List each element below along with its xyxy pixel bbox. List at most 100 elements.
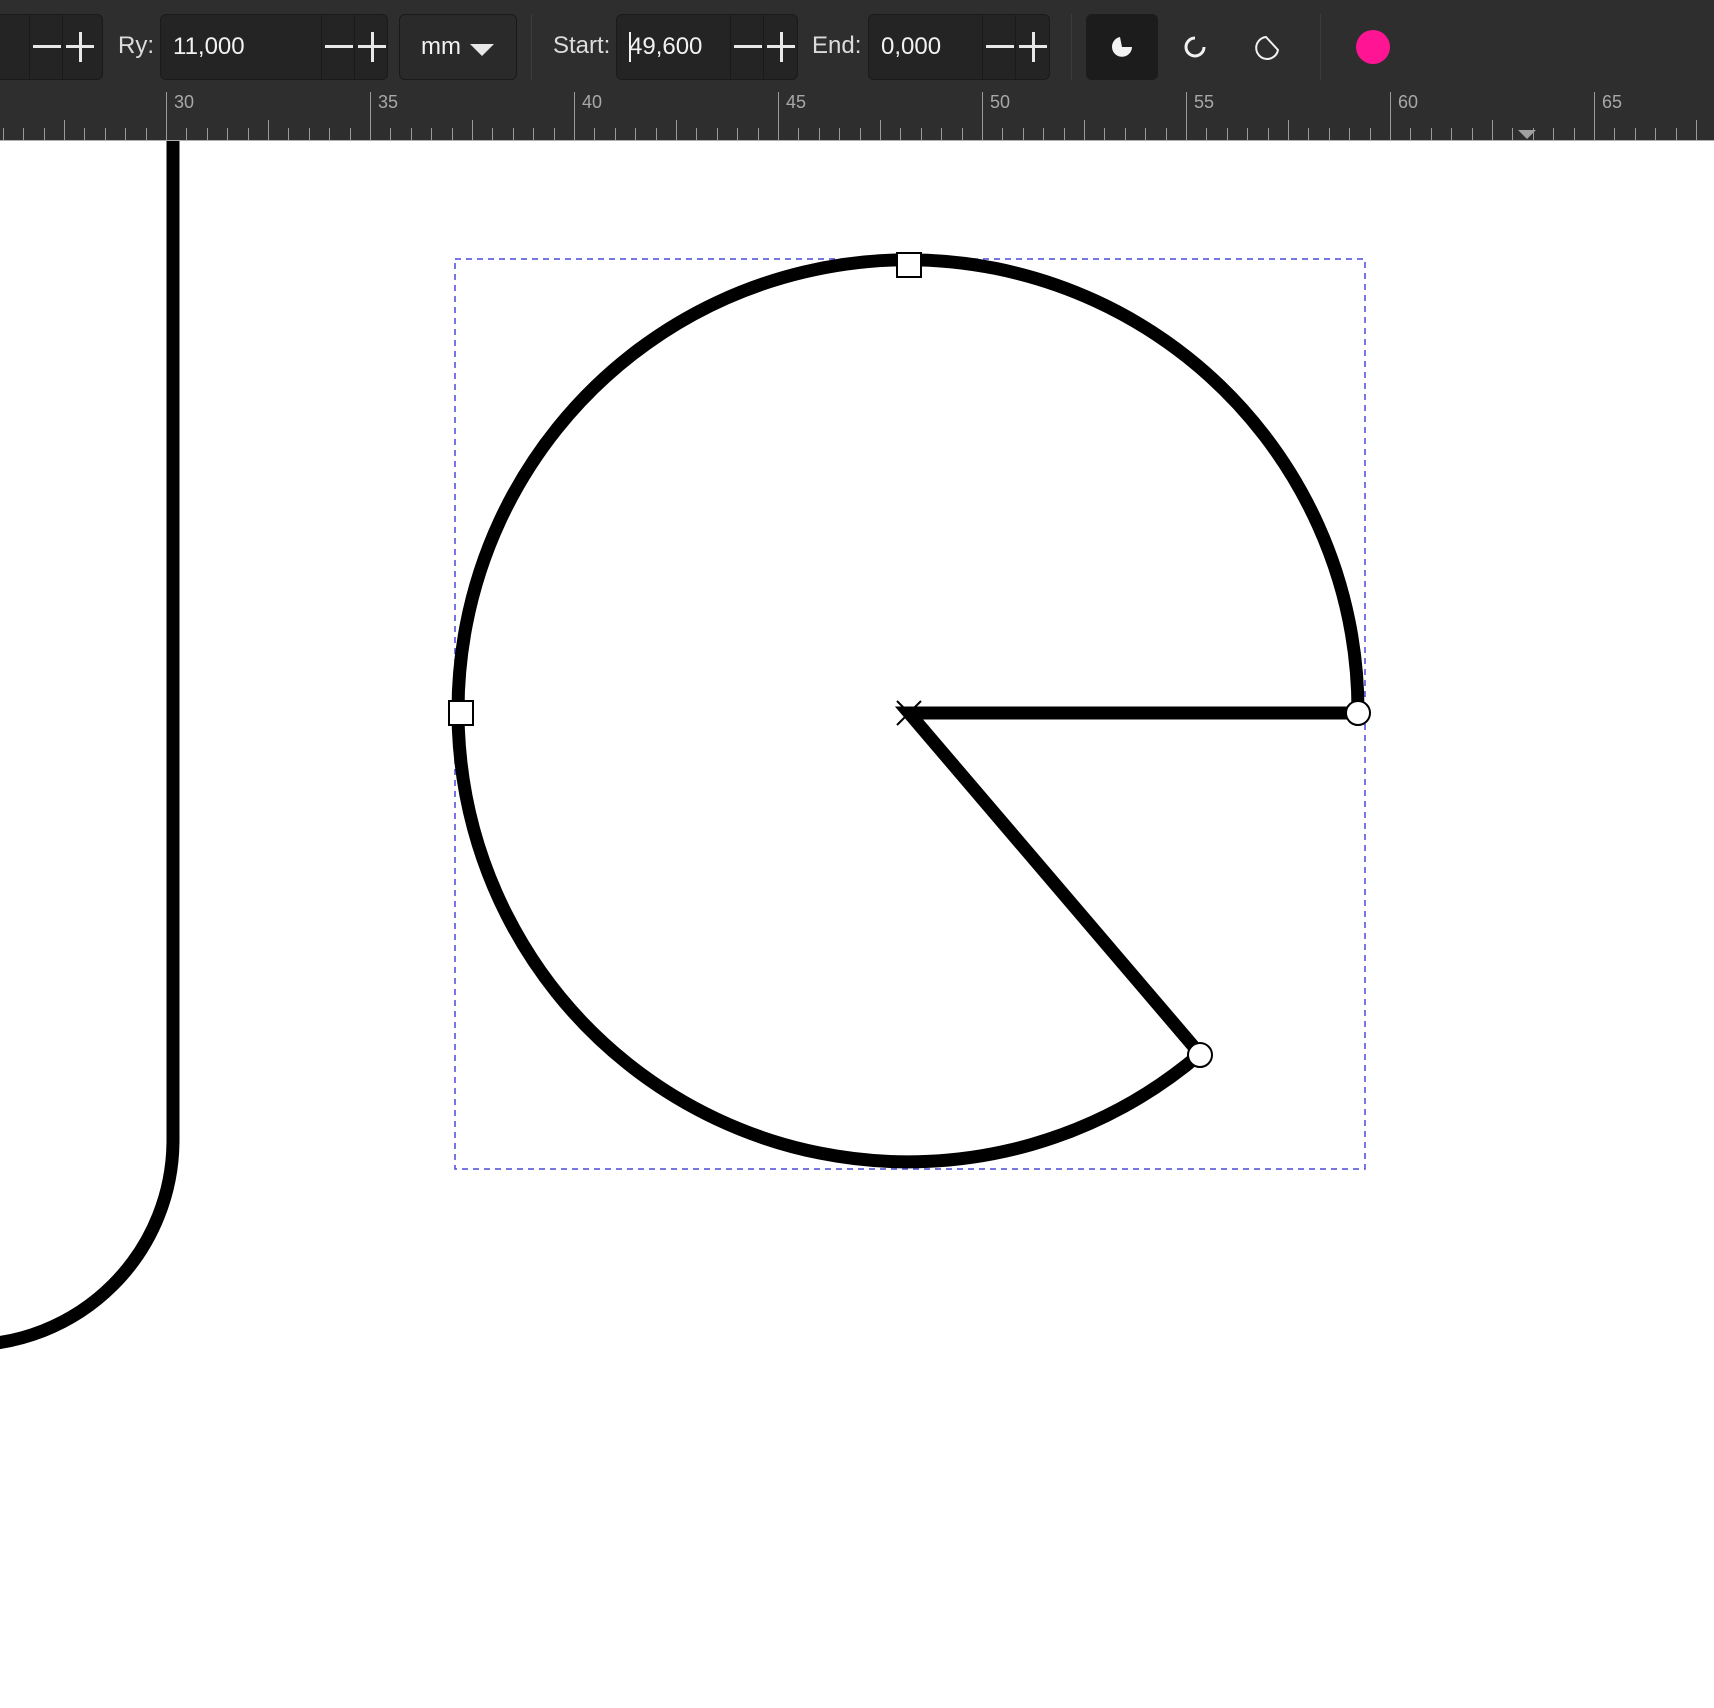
horizontal-ruler[interactable]: 30 35 40 45 50 55 60 65 (0, 91, 1714, 141)
rx-spinner (0, 14, 103, 80)
end-label: End: (812, 32, 862, 59)
ruler-minor-tick (798, 128, 799, 140)
ruler-minor-tick (554, 128, 555, 140)
chevron-down-icon (470, 44, 494, 56)
ruler-minor-tick (860, 128, 861, 140)
ruler-minor-tick (350, 128, 351, 140)
ruler-minor-tick (513, 128, 514, 140)
ruler-minor-tick (676, 120, 677, 140)
ruler-minor-tick (962, 128, 963, 140)
ruler-major-tick (1390, 92, 1391, 140)
end-spinner: 0,000 (868, 14, 1050, 80)
ruler-minor-tick (1268, 128, 1269, 140)
ruler-major-tick (370, 92, 371, 140)
ruler-major-tick (1594, 92, 1595, 140)
ruler-minor-tick (207, 128, 208, 140)
end-increment-button[interactable] (1015, 15, 1049, 79)
toolbar-separator (531, 14, 532, 80)
ruler-major-tick (574, 92, 575, 140)
ruler-minor-tick (635, 128, 636, 140)
ruler-minor-tick (1696, 120, 1697, 140)
ruler-label: 60 (1398, 92, 1419, 112)
ry-resize-handle[interactable] (896, 252, 922, 278)
start-angle-handle[interactable] (1187, 1042, 1213, 1068)
ruler-minor-tick (1574, 128, 1575, 140)
canvas-drawing (0, 141, 1371, 1349)
ry-decrement-button[interactable] (321, 15, 355, 79)
arc-type-button[interactable] (1159, 14, 1231, 80)
ruler-minor-tick (492, 128, 493, 140)
ry-increment-button[interactable] (354, 15, 388, 79)
ruler-minor-tick (696, 128, 697, 140)
ruler-minor-tick (1635, 128, 1636, 140)
chord-icon (1255, 35, 1280, 60)
ruler-minor-tick (839, 128, 840, 140)
pie-slice-icon (1112, 37, 1132, 57)
unit-dropdown[interactable]: mm (399, 14, 517, 80)
rx-decrement-button[interactable] (29, 15, 63, 79)
ruler-minor-tick (1431, 128, 1432, 140)
ruler-minor-tick (1512, 128, 1513, 140)
ruler-minor-tick (1451, 128, 1452, 140)
ruler-minor-tick (227, 128, 228, 140)
ruler-minor-tick (656, 128, 657, 140)
ruler-minor-tick (819, 128, 820, 140)
ruler-minor-tick (758, 128, 759, 140)
rx-resize-handle[interactable] (448, 700, 474, 726)
end-angle-handle[interactable] (1345, 700, 1371, 726)
ruler-minor-tick (452, 128, 453, 140)
ruler-minor-tick (431, 128, 432, 140)
ruler-minor-tick (1329, 128, 1330, 140)
start-input[interactable]: 49,600 (629, 15, 702, 79)
start-decrement-button[interactable] (730, 15, 764, 79)
ruler-minor-tick (472, 120, 473, 140)
tool-controls-bar: Ry: 11,000 mm Start: 49,600 End: 0,000 (0, 0, 1714, 91)
ruler-major-tick (166, 92, 167, 140)
ruler-minor-tick (186, 128, 187, 140)
ruler-label: 45 (786, 92, 807, 112)
rounded-rect-shape[interactable] (0, 141, 180, 1349)
ruler-label: 50 (990, 92, 1011, 112)
start-label: Start: (553, 32, 611, 59)
ruler-minor-tick (44, 128, 45, 140)
chord-type-button[interactable] (1232, 14, 1304, 80)
ruler-label: 30 (174, 92, 195, 112)
ruler-minor-tick (390, 128, 391, 140)
ry-input[interactable]: 11,000 (173, 15, 245, 79)
ruler-minor-tick (84, 128, 85, 140)
ruler-minor-tick (1472, 128, 1473, 140)
ruler-major-tick (1186, 92, 1187, 140)
rx-increment-button[interactable] (62, 15, 96, 79)
ruler-minor-tick (1043, 128, 1044, 140)
ruler-minor-tick (1288, 120, 1289, 140)
ruler-minor-tick (1166, 128, 1167, 140)
ruler-minor-tick (615, 128, 616, 140)
ruler-minor-tick (1227, 128, 1228, 140)
ruler-minor-tick (288, 128, 289, 140)
ruler-label: 40 (582, 92, 603, 112)
ruler-position-marker-icon (1518, 130, 1536, 139)
start-increment-button[interactable] (763, 15, 797, 79)
ruler-minor-tick (1553, 128, 1554, 140)
toolbar-separator (1071, 14, 1072, 80)
slice-type-button[interactable] (1086, 14, 1158, 80)
ruler-minor-tick (737, 128, 738, 140)
ruler-minor-tick (125, 128, 126, 140)
ruler-minor-tick (1206, 128, 1207, 140)
ruler-minor-tick (1308, 128, 1309, 140)
ruler-minor-tick (880, 120, 881, 140)
ruler-minor-tick (941, 128, 942, 140)
color-swatch-icon[interactable] (1356, 30, 1390, 64)
end-decrement-button[interactable] (982, 15, 1016, 79)
ruler-minor-tick (1002, 128, 1003, 140)
ruler-major-tick (982, 92, 983, 140)
ruler-label: 65 (1602, 92, 1623, 112)
ruler-minor-tick (1370, 128, 1371, 140)
drawing-canvas[interactable] (0, 141, 1714, 1708)
ruler-minor-tick (309, 128, 310, 140)
ruler-minor-tick (248, 128, 249, 140)
ruler-minor-tick (1349, 128, 1350, 140)
ruler-minor-tick (411, 128, 412, 140)
end-input[interactable]: 0,000 (881, 15, 941, 79)
ruler-minor-tick (329, 128, 330, 140)
